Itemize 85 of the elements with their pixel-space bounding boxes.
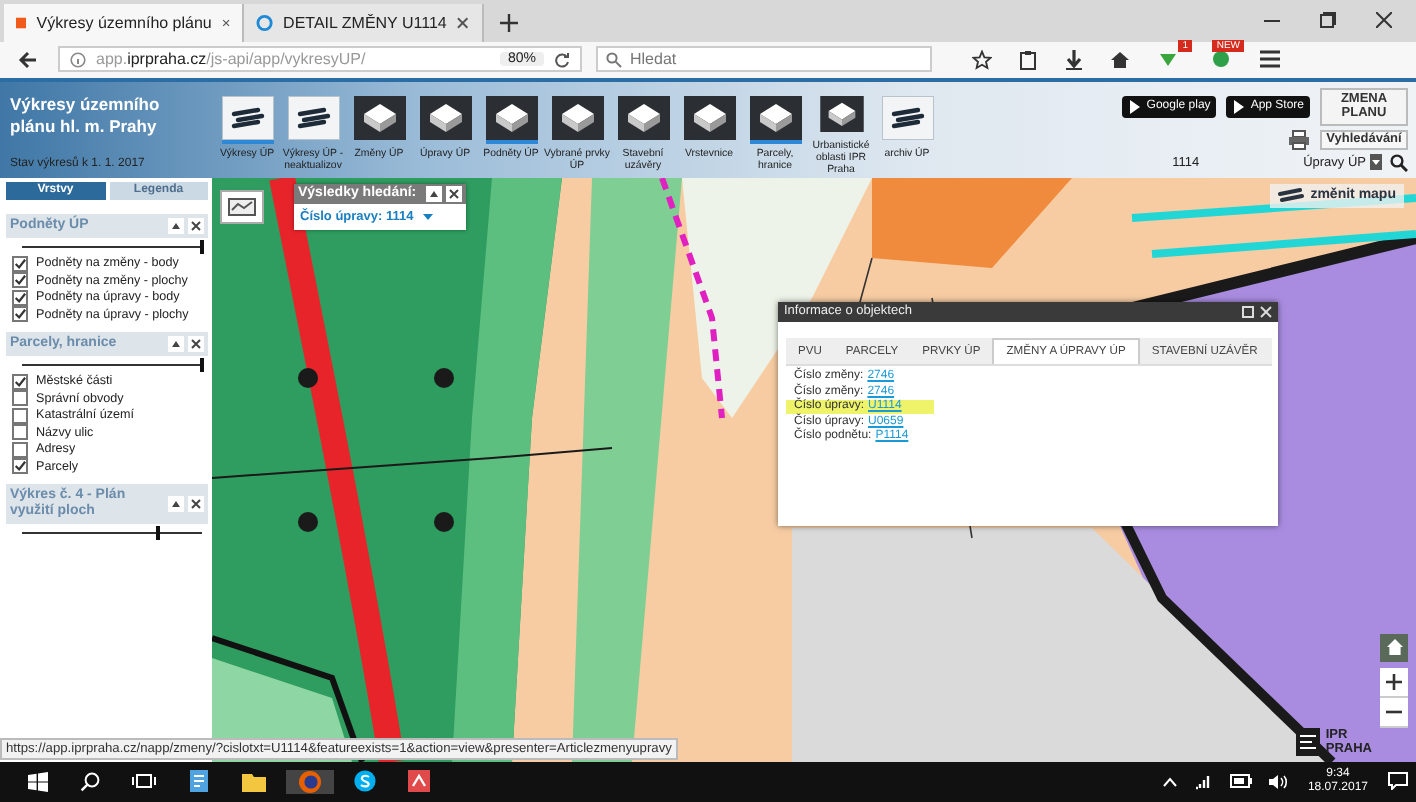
close-icon[interactable] [188, 217, 204, 234]
layers-icon [287, 95, 339, 144]
close-icon[interactable] [456, 16, 470, 31]
map-thumbnail-icon [228, 197, 256, 216]
cube-icon [683, 95, 735, 144]
store-logo-icon [1232, 99, 1247, 114]
cube-icon [749, 95, 801, 144]
skype-icon[interactable] [354, 770, 376, 793]
collapse-icon[interactable] [426, 185, 442, 202]
download-icon[interactable] [1064, 49, 1084, 70]
checkbox[interactable] [12, 289, 28, 306]
search-icon[interactable] [80, 771, 100, 792]
close-icon[interactable] [188, 495, 204, 512]
cube-icon [485, 95, 537, 144]
basemap-toggle[interactable] [220, 189, 264, 224]
windows-icon[interactable] [28, 771, 48, 792]
cube-icon [353, 95, 405, 144]
browser-tab[interactable]: Výkresy územního plánu [4, 4, 244, 43]
url-text: app.iprpraha.cz/js-api/app/vykresyUP/ [96, 50, 366, 69]
checkbox[interactable] [12, 255, 28, 272]
network-icon[interactable] [1193, 773, 1214, 790]
info-icon [70, 51, 86, 68]
browser-tab[interactable]: DETAIL ZMĚNY U1114 [244, 4, 484, 43]
favicon-icon [16, 14, 27, 33]
zoom-out-button[interactable] [1380, 697, 1408, 728]
home-button[interactable] [1380, 633, 1408, 662]
map-point [434, 367, 454, 388]
folder-icon[interactable] [242, 771, 266, 792]
search-field[interactable]: Hledat [596, 46, 932, 73]
restore-icon[interactable] [1320, 12, 1336, 29]
map-point [434, 511, 454, 532]
search-icon [606, 51, 622, 68]
cube-icon [419, 95, 471, 144]
firefox-icon[interactable] [286, 769, 334, 794]
cube-icon [551, 95, 603, 144]
printer-icon[interactable] [1288, 129, 1310, 150]
checkbox[interactable] [12, 458, 28, 475]
document-app-icon[interactable] [188, 770, 210, 793]
home-icon[interactable] [1110, 49, 1130, 70]
cube-icon [815, 95, 867, 137]
checkbox[interactable] [12, 407, 28, 424]
close-icon[interactable] [188, 335, 204, 352]
star-icon[interactable] [972, 49, 992, 70]
spinner-icon [256, 14, 274, 33]
reload-icon[interactable] [554, 51, 570, 68]
close-icon[interactable] [221, 16, 230, 31]
map-point [298, 511, 318, 532]
checkbox[interactable] [12, 441, 28, 458]
collapse-icon[interactable] [168, 495, 184, 512]
search-icon[interactable] [1390, 153, 1408, 172]
maximize-icon[interactable] [1242, 305, 1254, 318]
clipboard-icon[interactable] [1018, 49, 1038, 70]
app-title: Výkresy územního plánu hl. m. Prahy [10, 93, 162, 138]
cube-icon [617, 95, 669, 144]
battery-icon[interactable] [1229, 774, 1252, 789]
layers-icon [221, 95, 273, 144]
volume-icon[interactable] [1267, 773, 1288, 790]
task-view-icon[interactable] [132, 772, 156, 791]
collapse-icon[interactable] [168, 217, 184, 234]
collapse-icon[interactable] [168, 335, 184, 352]
tab-title: Výkresy územního plánu [36, 14, 212, 33]
new-tab-icon[interactable] [500, 14, 518, 33]
map-point [298, 367, 318, 388]
menu-icon[interactable] [1260, 50, 1280, 69]
checkbox[interactable] [12, 424, 28, 441]
chevron-up-icon[interactable] [1161, 775, 1178, 788]
checkbox[interactable] [12, 390, 28, 407]
plus-icon [1386, 673, 1402, 690]
app-icon[interactable] [408, 770, 430, 793]
tab-title: DETAIL ZMĚNY U1114 [283, 14, 447, 33]
layers-icon [881, 95, 933, 144]
checkbox[interactable] [12, 272, 28, 289]
checkbox[interactable] [12, 373, 28, 390]
extension-icon[interactable] [1210, 47, 1232, 68]
notifications-icon[interactable] [1388, 772, 1408, 791]
caret-icon [1370, 154, 1382, 171]
back-icon[interactable] [18, 49, 38, 70]
layers-icon [1278, 187, 1305, 204]
checkbox[interactable] [12, 306, 28, 323]
home-icon [1385, 638, 1403, 657]
store-logo-icon [1128, 99, 1143, 114]
caret-icon[interactable] [421, 211, 434, 222]
close-icon[interactable] [1376, 12, 1392, 29]
close-icon[interactable] [446, 185, 462, 202]
zoom-in-button[interactable] [1380, 667, 1408, 698]
